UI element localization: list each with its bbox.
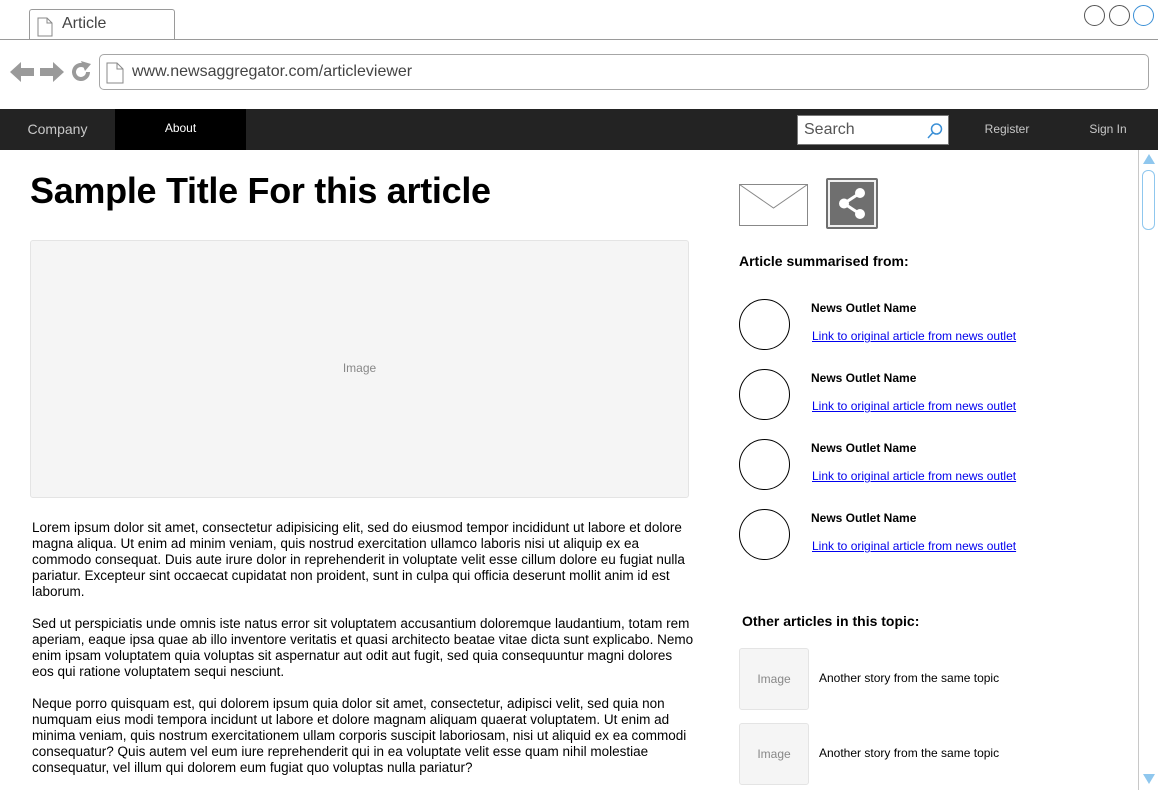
register-link[interactable]: Register <box>972 109 1042 150</box>
reload-icon[interactable] <box>69 60 93 89</box>
news-outlet-name: News Outlet Name <box>811 301 917 315</box>
vertical-scrollbar[interactable] <box>1138 150 1158 790</box>
related-article[interactable]: Image Another story from the same topic <box>739 723 1039 785</box>
source-item: News Outlet Name Link to original articl… <box>739 299 1039 351</box>
nav-about[interactable]: About <box>115 109 246 150</box>
news-outlet-logo <box>739 299 790 350</box>
original-article-link[interactable]: Link to original article from news outle… <box>812 539 1016 553</box>
original-article-link[interactable]: Link to original article from news outle… <box>812 399 1016 413</box>
image-placeholder-label: Image <box>757 747 791 761</box>
article-title: Sample Title For this article <box>30 170 491 211</box>
url-text[interactable]: www.newsaggregator.com/articleviewer <box>132 63 412 81</box>
original-article-link[interactable]: Link to original article from news outle… <box>812 329 1016 343</box>
news-outlet-logo <box>739 439 790 490</box>
related-heading: Other articles in this topic: <box>742 613 920 629</box>
email-share-icon[interactable] <box>739 184 808 231</box>
image-placeholder-label: Image <box>757 672 791 686</box>
sign-in-link[interactable]: Sign In <box>1074 109 1142 150</box>
news-outlet-name: News Outlet Name <box>811 441 917 455</box>
image-placeholder-label: Image <box>342 361 377 375</box>
related-article-title[interactable]: Another story from the same topic <box>819 746 999 760</box>
article-image: Image <box>30 240 689 498</box>
article-paragraph: Neque porro quisquam est, qui dolorem ip… <box>32 696 687 775</box>
browser-tab[interactable]: Article <box>29 9 175 40</box>
search-icon[interactable] <box>926 122 944 145</box>
share-icon[interactable] <box>826 178 878 229</box>
news-outlet-logo <box>739 509 790 560</box>
forward-arrow-icon[interactable] <box>39 60 65 89</box>
scroll-thumb[interactable] <box>1142 170 1155 230</box>
site-header: Company About Register Sign In <box>0 109 1158 150</box>
window-minimize-button[interactable] <box>1084 5 1105 26</box>
article-body: Lorem ipsum dolor sit amet, consectetur … <box>32 520 694 792</box>
source-item: News Outlet Name Link to original articl… <box>739 369 1039 421</box>
scroll-up-arrow-icon[interactable] <box>1143 154 1155 164</box>
browser-tab-bar: Article <box>0 0 1158 40</box>
address-bar[interactable]: www.newsaggregator.com/articleviewer <box>99 54 1149 90</box>
sources-heading: Article summarised from: <box>739 253 909 269</box>
related-article[interactable]: Image Another story from the same topic <box>739 648 1039 710</box>
related-article-title[interactable]: Another story from the same topic <box>819 671 999 685</box>
back-arrow-icon[interactable] <box>9 60 35 89</box>
tab-title: Article <box>62 15 107 32</box>
window-close-button[interactable] <box>1133 5 1154 26</box>
search-box[interactable] <box>797 115 949 145</box>
news-outlet-name: News Outlet Name <box>811 511 917 525</box>
scroll-down-arrow-icon[interactable] <box>1143 774 1155 784</box>
news-outlet-name: News Outlet Name <box>811 371 917 385</box>
page-icon <box>106 62 124 89</box>
original-article-link[interactable]: Link to original article from news outle… <box>812 469 1016 483</box>
window-restore-button[interactable] <box>1109 5 1130 26</box>
search-input[interactable] <box>798 116 922 144</box>
source-item: News Outlet Name Link to original articl… <box>739 509 1039 561</box>
related-article-thumbnail[interactable]: Image <box>739 648 809 710</box>
article-paragraph: Sed ut perspiciatis unde omnis iste natu… <box>32 616 694 679</box>
source-item: News Outlet Name Link to original articl… <box>739 439 1039 491</box>
news-outlet-logo <box>739 369 790 420</box>
related-article-thumbnail[interactable]: Image <box>739 723 809 785</box>
nav-company[interactable]: Company <box>0 109 115 150</box>
article-paragraph: Lorem ipsum dolor sit amet, consectetur … <box>32 520 685 599</box>
